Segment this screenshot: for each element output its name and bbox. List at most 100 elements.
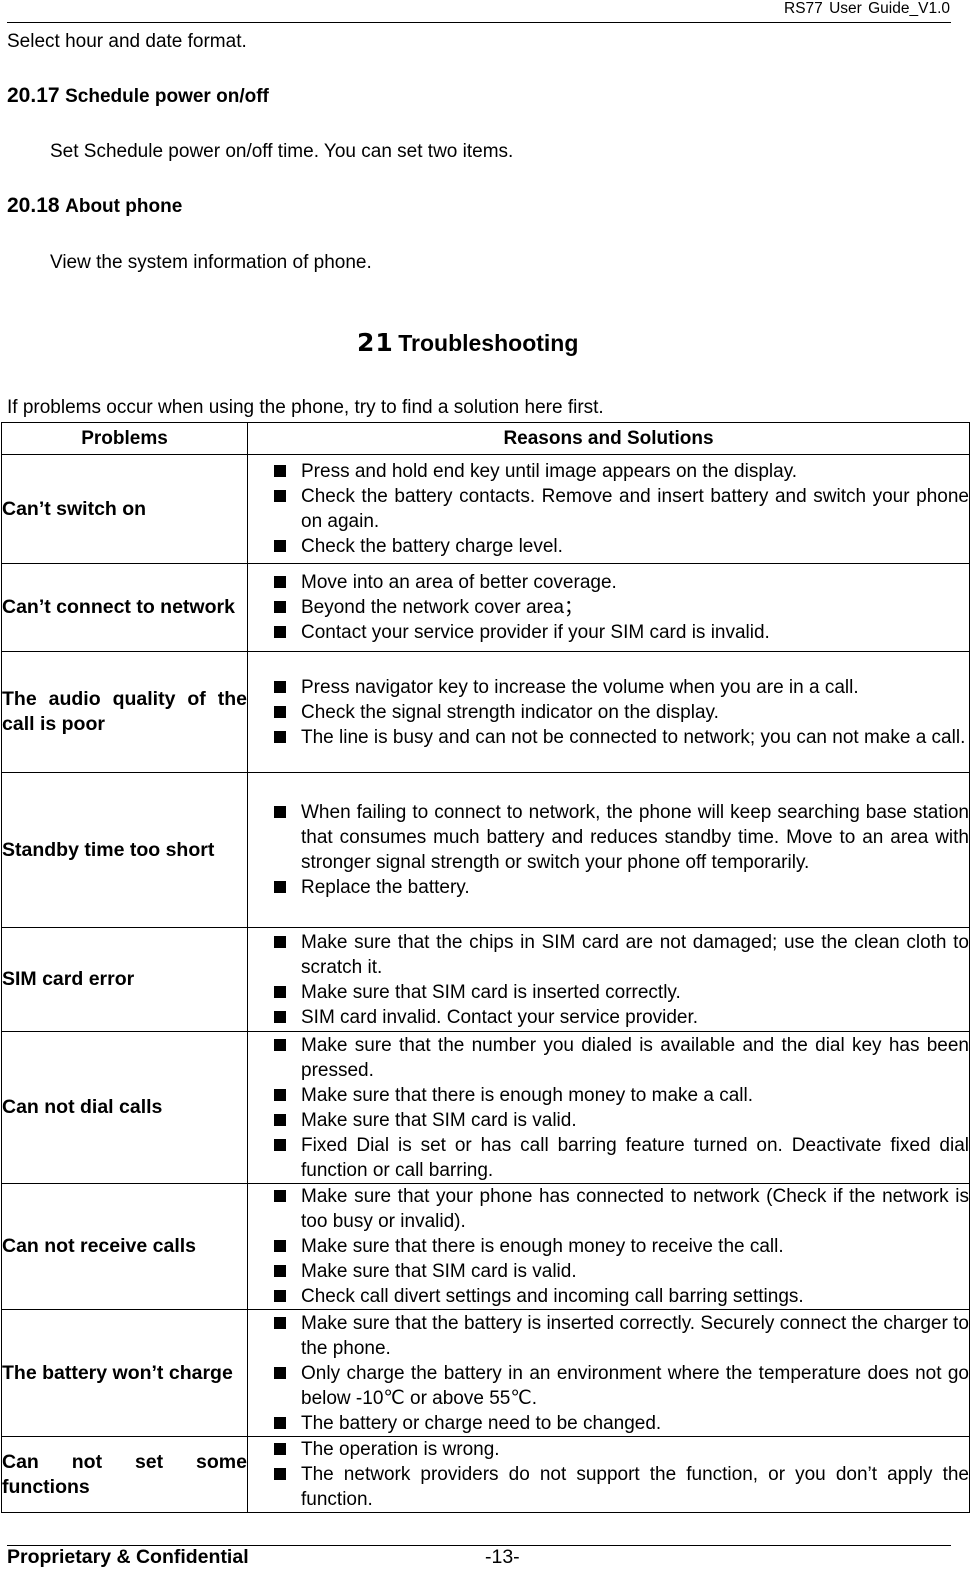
problem-label: Standby time too short	[2, 838, 215, 861]
intro-line: Select hour and date format.	[7, 31, 247, 52]
table-row: SIM card error Make sure that the chips i…	[1, 927, 970, 1032]
square-bullet-icon	[274, 1138, 286, 1151]
section-title: About phone	[65, 196, 183, 217]
solution-item: The line is busy and can not be connecte…	[248, 725, 969, 750]
section-title: Schedule power on/off	[65, 86, 269, 107]
solution-list: Press and hold end key until image appea…	[248, 459, 969, 559]
solution-text: The operation is wrong.	[301, 1439, 500, 1460]
solution-text: Contact your service provider if your SI…	[301, 622, 770, 643]
problem-cell: Can’t switch on	[1, 454, 248, 564]
solution-item: Move into an area of better coverage.	[248, 570, 969, 595]
table-row: Can not set some functions The operation …	[1, 1436, 970, 1513]
solution-text: Replace the battery.	[301, 877, 470, 898]
solution-text: Press navigator key to increase the volu…	[301, 676, 859, 698]
footer-confidential-label: Proprietary & Confidential	[7, 1546, 249, 1568]
square-bullet-icon	[274, 1366, 286, 1379]
square-bullet-icon	[274, 705, 286, 718]
solution-text: Only charge the battery in an environmen…	[301, 1362, 969, 1409]
solution-list: Make sure that your phone has connected …	[248, 1184, 969, 1309]
problem-cell: Standby time too short	[1, 772, 248, 928]
square-bullet-icon	[274, 806, 286, 818]
square-bullet-icon	[274, 935, 286, 948]
solutions-cell: Press navigator key to increase the volu…	[247, 651, 970, 773]
solution-item: Check call divert settings and incoming …	[248, 1284, 969, 1309]
solution-list: Make sure that the battery is inserted c…	[248, 1311, 969, 1436]
solutions-cell: Make sure that the number you dialed is …	[247, 1031, 970, 1184]
solutions-cell: The operation is wrong. The network provi…	[247, 1436, 970, 1513]
square-bullet-icon	[274, 881, 286, 893]
problem-label: Can not dial calls	[2, 1096, 163, 1118]
document-header-title: RS77 User Guide_V1.0	[784, 0, 950, 17]
chapter-heading: 21 Troubleshooting	[357, 328, 578, 362]
square-bullet-icon	[274, 1468, 286, 1480]
solution-text: Make sure that there is enough money to …	[301, 1084, 754, 1106]
solutions-cell: Make sure that the chips in SIM card are…	[247, 927, 970, 1032]
table-row: Standby time too short When failing to co…	[1, 772, 970, 928]
solution-text: The line is busy and can not be connecte…	[301, 726, 966, 748]
header-divider	[7, 22, 951, 23]
column-header-problems: Problems	[1, 422, 248, 455]
solution-text: The network providers do not support the…	[301, 1464, 969, 1510]
problem-label: SIM card error	[2, 968, 135, 990]
solutions-cell: Make sure that the battery is inserted c…	[247, 1309, 970, 1437]
solution-item: Only charge the battery in an environmen…	[248, 1361, 969, 1411]
chapter-intro: If problems occur when using the phone, …	[7, 397, 604, 418]
solution-item: Press and hold end key until image appea…	[248, 459, 969, 484]
solution-item: The operation is wrong.	[248, 1437, 969, 1462]
solution-text: Make sure that there is enough money to …	[301, 1236, 784, 1257]
solutions-cell: Make sure that your phone has connected …	[247, 1183, 970, 1310]
problem-cell: Can not dial calls	[1, 1031, 248, 1184]
solution-text: Check the signal strength indicator on t…	[301, 701, 719, 723]
square-bullet-icon	[274, 465, 286, 477]
solution-list: Make sure that the chips in SIM card are…	[248, 930, 969, 1030]
problem-cell: Can not set some functions	[1, 1436, 248, 1513]
square-bullet-icon	[274, 985, 286, 998]
solution-item: Replace the battery.	[248, 875, 969, 900]
solution-text: Move into an area of better coverage.	[301, 572, 617, 593]
solution-item: The network providers do not support the…	[248, 1462, 969, 1512]
solution-item: Contact your service provider if your SI…	[248, 620, 969, 645]
table-row: The battery won’t charge Make sure that t…	[1, 1309, 970, 1437]
table-row: Can’t switch on Press and hold end key un…	[1, 454, 970, 564]
solutions-cell: When failing to connect to network, the …	[247, 772, 970, 928]
solution-list: Make sure that the number you dialed is …	[248, 1033, 969, 1183]
solution-list: Press navigator key to increase the volu…	[248, 675, 969, 750]
problem-label: Can’t connect to network	[2, 596, 235, 618]
solution-list: When failing to connect to network, the …	[248, 800, 969, 900]
square-bullet-icon	[274, 1240, 286, 1252]
problem-label: The battery won’t charge	[2, 1361, 233, 1384]
page-number: -13-	[485, 1546, 520, 1568]
solution-text: Fixed Dial is set or has call barring fe…	[301, 1134, 969, 1181]
solution-item: The battery or charge need to be changed…	[248, 1411, 969, 1436]
solution-item: Beyond the network cover area；	[248, 595, 969, 620]
solution-text: Check the battery charge level.	[301, 536, 563, 557]
solution-item: When failing to connect to network, the …	[248, 800, 969, 875]
solution-text: SIM card invalid. Contact your service p…	[301, 1006, 699, 1028]
solution-text: Beyond the network cover area；	[301, 597, 583, 618]
solution-item: Make sure that there is enough money to …	[248, 1234, 969, 1259]
section-body-20-18: View the system information of phone.	[50, 252, 372, 273]
solution-list: Move into an area of better coverage. Bey…	[248, 570, 969, 645]
solutions-cell: Press and hold end key until image appea…	[247, 454, 970, 564]
square-bullet-icon	[274, 1190, 286, 1202]
solution-item: Make sure that there is enough money to …	[248, 1083, 969, 1108]
section-heading-20-18: 20.18 About phone	[7, 194, 182, 219]
solution-text: Check call divert settings and incoming …	[301, 1286, 804, 1307]
solution-item: Check the battery charge level.	[248, 534, 969, 559]
problem-cell: The battery won’t charge	[1, 1309, 248, 1437]
square-bullet-icon	[274, 601, 286, 613]
solution-text: Check the battery contacts. Remove and i…	[301, 486, 969, 532]
chapter-number: 21	[357, 328, 394, 357]
problem-label: The audio quality of the call is poor	[2, 688, 247, 735]
square-bullet-icon	[274, 680, 286, 693]
solution-item: Press navigator key to increase the volu…	[248, 675, 969, 700]
problem-cell: The audio quality of the call is poor	[1, 651, 248, 773]
solution-text: Make sure that the number you dialed is …	[301, 1034, 969, 1081]
solution-item: Make sure that your phone has connected …	[248, 1184, 969, 1234]
square-bullet-icon	[274, 1416, 286, 1429]
square-bullet-icon	[274, 1113, 286, 1126]
solution-text: Press and hold end key until image appea…	[301, 461, 798, 482]
square-bullet-icon	[274, 730, 286, 743]
square-bullet-icon	[274, 576, 286, 588]
solution-item: Make sure that SIM card is valid.	[248, 1108, 969, 1133]
